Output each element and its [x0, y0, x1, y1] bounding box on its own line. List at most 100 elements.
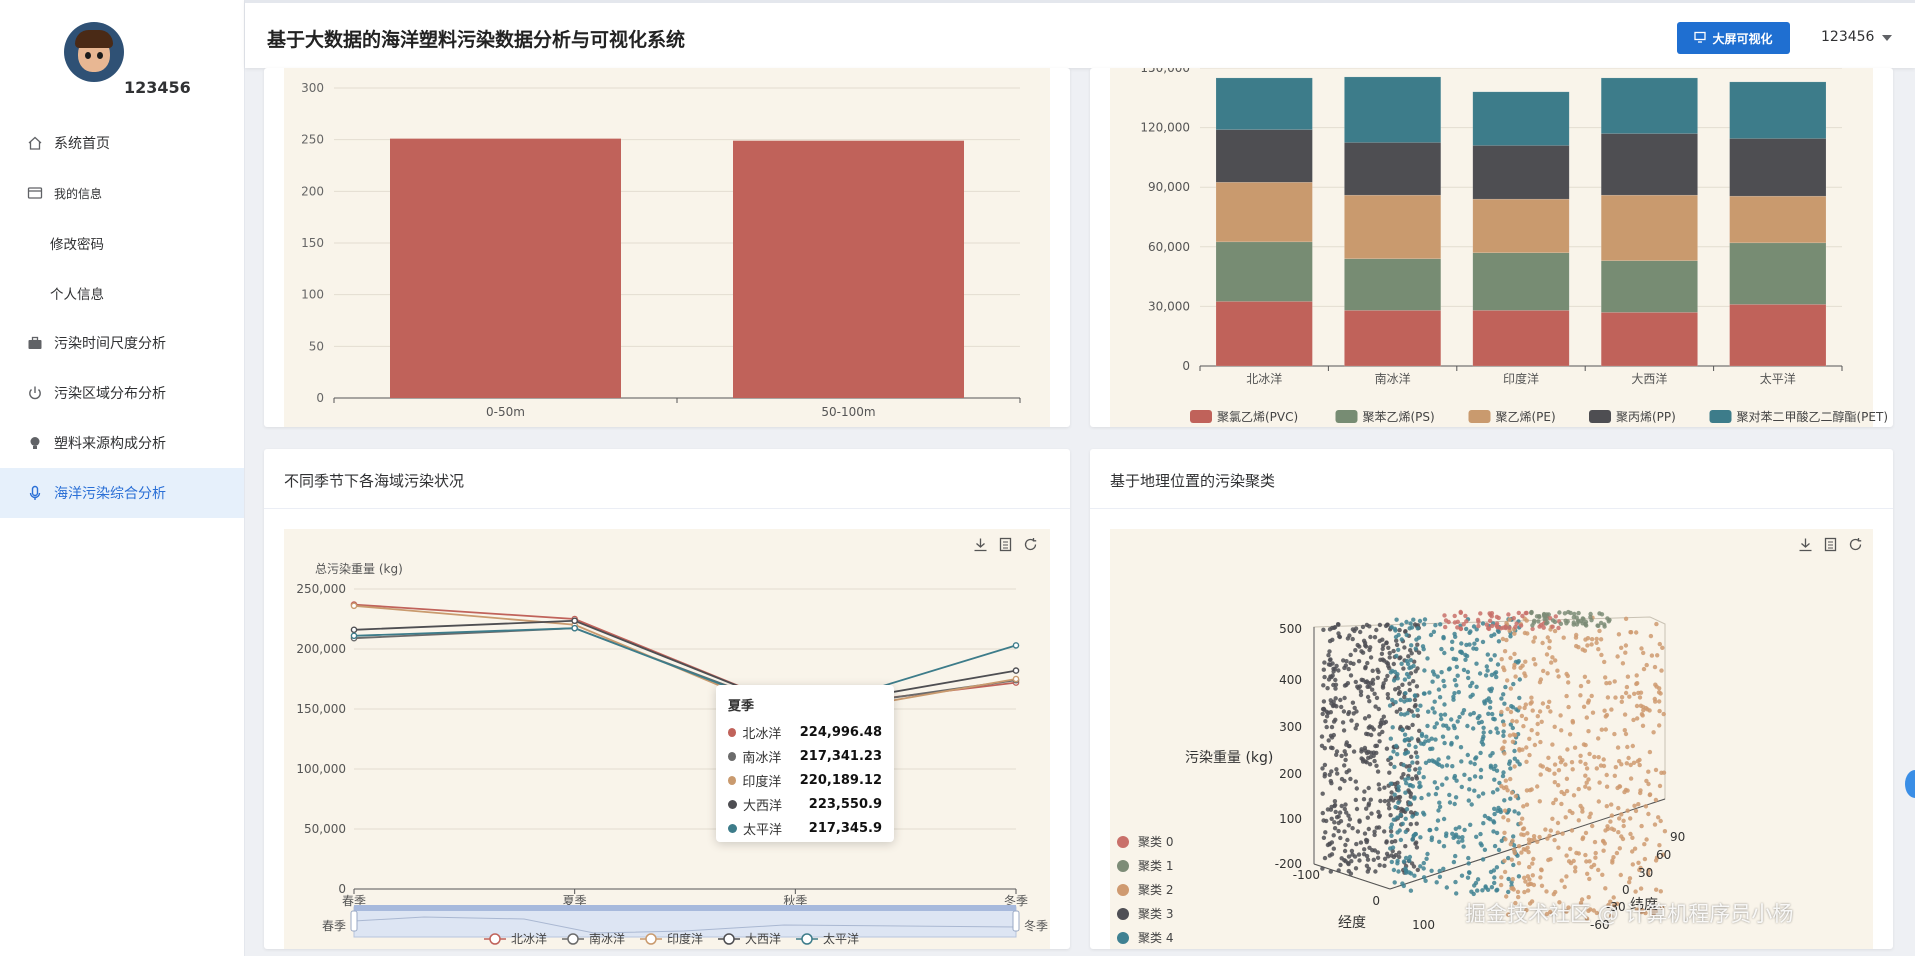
- scatter-point: [1487, 611, 1492, 616]
- scatter-point: [1345, 837, 1350, 843]
- user-dropdown[interactable]: 123456: [1821, 29, 1893, 45]
- scatter-point: [1657, 641, 1662, 647]
- chart-tooltip: 夏季 北冰洋 224,996.48 南冰洋 217,341.23 印度洋 220,189.…: [716, 685, 894, 842]
- scatter-point: [1652, 664, 1658, 670]
- scatter-point: [1491, 868, 1497, 873]
- sidebar-item-personal-info[interactable]: 个人信息: [0, 268, 244, 318]
- scatter-point: [1634, 703, 1640, 709]
- scatter-point: [1538, 875, 1543, 880]
- scatter-point: [1589, 693, 1594, 699]
- scatter-point: [1634, 673, 1639, 678]
- scatter-point: [1365, 684, 1370, 689]
- scatter-point: [1488, 657, 1493, 662]
- sidebar-item-region-analysis[interactable]: 污染区域分布分析: [0, 368, 244, 418]
- scatter-point: [1361, 797, 1367, 802]
- scatter-point: [1589, 864, 1594, 870]
- scatter-point: [1326, 653, 1331, 658]
- scatter-point: [1625, 744, 1630, 750]
- legend-swatch: [1335, 410, 1358, 423]
- page-title: 基于大数据的海洋塑料污染数据分析与可视化系统: [267, 29, 686, 51]
- scatter-point: [1521, 724, 1526, 729]
- scatter-point: [1353, 779, 1358, 784]
- y-tick-label: 0: [1622, 883, 1630, 897]
- scatter-point: [1512, 748, 1517, 754]
- scatter-point: [1537, 614, 1542, 620]
- scatter-point: [1368, 634, 1373, 640]
- scatter-point: [1427, 827, 1432, 833]
- sidebar-item-change-password[interactable]: 修改密码: [0, 218, 244, 268]
- scatter-point: [1597, 780, 1602, 785]
- scatter-point: [1517, 705, 1522, 710]
- sidebar-item-time-analysis[interactable]: 污染时间尺度分析: [0, 318, 244, 368]
- scatter-point: [1531, 657, 1536, 662]
- avatar[interactable]: [64, 22, 124, 82]
- floating-help-button[interactable]: [1905, 770, 1915, 798]
- scatter-point: [1538, 739, 1543, 745]
- tooltip-rows: 北冰洋 224,996.48 南冰洋 217,341.23 印度洋 220,189.12 大…: [728, 720, 882, 840]
- scatter-point: [1658, 818, 1663, 824]
- scatter-point: [1491, 829, 1496, 834]
- stacked-bar-segment: [1729, 81, 1827, 139]
- scatter-point: [1524, 745, 1529, 750]
- series-line: [353, 627, 1017, 714]
- scatter-point: [1455, 673, 1460, 678]
- scatter-point: [1657, 783, 1663, 789]
- scatter-point: [1408, 888, 1414, 893]
- scatter-point: [1342, 683, 1348, 688]
- scatter-point: [1354, 786, 1359, 791]
- scatter-point: [1512, 764, 1517, 769]
- scatter-point: [1368, 750, 1374, 755]
- scatter-point: [1574, 632, 1579, 638]
- scatter-point: [1545, 704, 1551, 710]
- scatter-point: [1487, 618, 1493, 623]
- scatter-point: [1598, 620, 1604, 626]
- scatter-point: [1516, 861, 1522, 866]
- scatter-point: [1546, 755, 1551, 760]
- scatter-point: [1483, 673, 1489, 678]
- scatter-point: [1498, 882, 1504, 888]
- big-screen-button[interactable]: 大屏可视化: [1677, 22, 1790, 54]
- scatter-point: [1343, 802, 1348, 807]
- scatter-point: [1381, 720, 1387, 726]
- sidebar-item-label: 污染时间尺度分析: [54, 336, 166, 352]
- scatter-point: [1647, 792, 1652, 798]
- scatter-point: [1605, 616, 1610, 621]
- scatter-point: [1501, 722, 1507, 727]
- x-tick-label: 50-100m: [821, 405, 875, 419]
- cluster-chart-card: 基于地理位置的污染聚类 -200 100 200 300 400 500 污染重量 (kg)…: [1090, 449, 1893, 949]
- sidebar-item-source-analysis[interactable]: 塑料来源构成分析: [0, 418, 244, 468]
- scatter-point: [1532, 742, 1538, 748]
- sidebar-item-comprehensive-analysis[interactable]: 海洋污染综合分析: [0, 468, 244, 518]
- scatter-point: [1585, 643, 1590, 648]
- scatter-point: [1648, 633, 1654, 639]
- scatter-point: [1346, 710, 1352, 715]
- sidebar-item-home[interactable]: 系统首页: [0, 118, 244, 168]
- scatter-point: [1512, 850, 1517, 856]
- scatter-point: [1623, 616, 1629, 621]
- scatter-point: [1376, 669, 1381, 675]
- sidebar-item-label: 污染区域分布分析: [54, 386, 166, 402]
- scatter-point: [1346, 861, 1351, 867]
- scatter-point: [1499, 657, 1504, 662]
- watermark: 掘金技术社区 @ 计算机程序员小杨: [1465, 902, 1794, 926]
- scatter-point: [1658, 889, 1663, 894]
- scatter-point: [1399, 661, 1404, 666]
- scatter-point: [1548, 828, 1553, 833]
- scatter-point: [1535, 714, 1540, 719]
- y-tick-label: 50,000: [304, 822, 346, 836]
- scatter-point: [1530, 623, 1535, 628]
- scatter-point: [1400, 682, 1405, 687]
- scatter-point: [1466, 861, 1471, 866]
- legend-swatch: [1117, 932, 1129, 944]
- scatter-point: [1396, 647, 1401, 652]
- scatter-point: [1321, 683, 1326, 688]
- x-tick-label: -100: [1293, 868, 1320, 882]
- datazoom-handle-right: [1012, 910, 1020, 932]
- scatter-point: [1391, 749, 1396, 754]
- scatter-point: [1508, 776, 1513, 782]
- tooltip-row: 大西洋 223,550.9: [728, 792, 882, 816]
- scatter-point: [1411, 617, 1416, 622]
- sidebar-item-my-info[interactable]: 我的信息: [0, 168, 244, 218]
- scatter-point: [1512, 756, 1517, 761]
- scatter-point: [1638, 703, 1644, 708]
